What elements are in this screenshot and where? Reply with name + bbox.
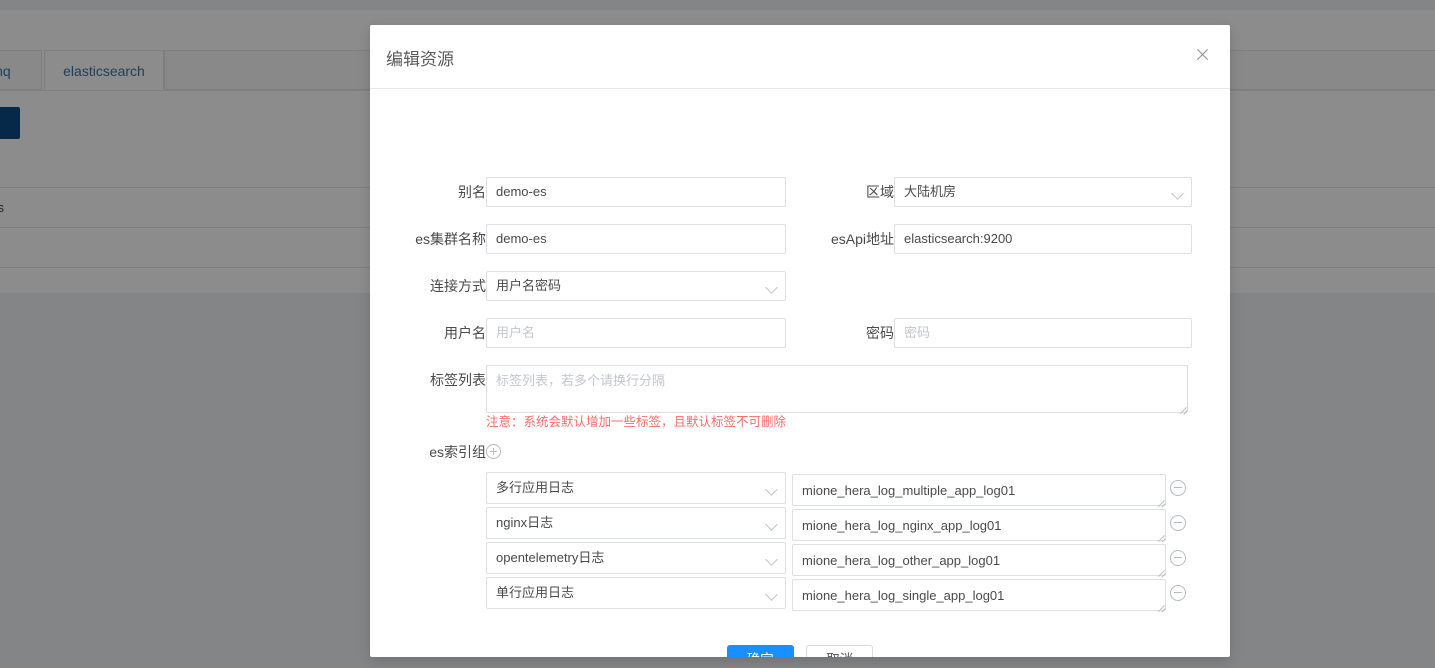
region-select-value: 大陆机房 — [904, 184, 957, 199]
chevron-down-icon — [765, 483, 778, 496]
plus-vertical-bar — [493, 448, 494, 455]
cluster-name-input[interactable]: demo-es — [486, 224, 786, 254]
tag-list-warning: 注意：系统会默认增加一些标签，且默认标签不可删除 — [486, 415, 787, 429]
dialog-footer: 确定 取消 — [370, 645, 1230, 657]
alias-label: 别名 — [458, 184, 486, 200]
confirm-button[interactable]: 确定 — [726, 645, 794, 657]
minus-bar — [1174, 557, 1182, 558]
minus-bar — [1174, 487, 1182, 488]
tag-list-textarea[interactable]: 标签列表，若多个请换行分隔 — [486, 365, 1188, 413]
index-type-select[interactable]: nginx日志 — [486, 507, 786, 539]
index-type-value: nginx日志 — [496, 515, 554, 530]
index-group-row: 多行应用日志 mione_hera_log_multiple_app_log01 — [370, 472, 1230, 507]
chevron-down-icon — [765, 553, 778, 566]
index-type-select[interactable]: 单行应用日志 — [486, 577, 786, 609]
tag-list-label: 标签列表 — [430, 372, 486, 388]
dialog-body: 别名 demo-es 区域 大陆机房 es集群名称 demo-es esApi地… — [370, 89, 1230, 657]
cluster-name-label: es集群名称 — [415, 231, 486, 247]
cancel-button[interactable]: 取消 — [806, 645, 874, 657]
chevron-down-icon — [765, 518, 778, 531]
minus-circle-icon[interactable] — [1170, 585, 1186, 601]
connection-type-label: 连接方式 — [430, 278, 486, 294]
dialog-header: 编辑资源 — [370, 25, 1230, 89]
dialog-title: 编辑资源 — [386, 50, 454, 69]
connection-type-value: 用户名密码 — [496, 278, 562, 293]
edit-resource-dialog: 编辑资源 别名 demo-es 区域 大陆机房 es集群名称 demo-es e… — [370, 25, 1230, 657]
minus-bar — [1174, 522, 1182, 523]
region-label: 区域 — [866, 184, 894, 200]
username-label: 用户名 — [444, 325, 486, 341]
index-name-textarea[interactable]: mione_hera_log_nginx_app_log01 — [792, 509, 1166, 541]
minus-circle-icon[interactable] — [1170, 515, 1186, 531]
minus-circle-icon[interactable] — [1170, 550, 1186, 566]
chevron-down-icon — [1171, 187, 1184, 200]
es-api-label: esApi地址 — [830, 231, 894, 247]
close-icon[interactable] — [1190, 45, 1214, 69]
index-type-value: opentelemetry日志 — [496, 550, 605, 565]
connection-type-select[interactable]: 用户名密码 — [486, 271, 786, 301]
password-input[interactable]: 密码 — [894, 318, 1192, 348]
region-select[interactable]: 大陆机房 — [894, 177, 1192, 207]
minus-circle-icon[interactable] — [1170, 480, 1186, 496]
index-type-select[interactable]: opentelemetry日志 — [486, 542, 786, 574]
index-group-row: 单行应用日志 mione_hera_log_single_app_log01 — [370, 577, 1230, 612]
es-api-input[interactable]: elasticsearch:9200 — [894, 224, 1192, 254]
index-type-value: 多行应用日志 — [496, 480, 575, 495]
index-name-textarea[interactable]: mione_hera_log_other_app_log01 — [792, 544, 1166, 576]
index-group-row: nginx日志 mione_hera_log_nginx_app_log01 — [370, 507, 1230, 542]
index-name-textarea[interactable]: mione_hera_log_multiple_app_log01 — [792, 474, 1166, 506]
chevron-down-icon — [765, 281, 778, 294]
index-group-label: es索引组 — [429, 444, 486, 460]
index-type-select[interactable]: 多行应用日志 — [486, 472, 786, 504]
index-group-row: opentelemetry日志 mione_hera_log_other_app… — [370, 542, 1230, 577]
alias-input[interactable]: demo-es — [486, 177, 786, 207]
index-type-value: 单行应用日志 — [496, 585, 575, 600]
chevron-down-icon — [765, 588, 778, 601]
index-name-textarea[interactable]: mione_hera_log_single_app_log01 — [792, 579, 1166, 611]
plus-circle-icon[interactable] — [486, 444, 501, 459]
minus-bar — [1174, 592, 1182, 593]
password-label: 密码 — [866, 325, 894, 341]
username-input[interactable]: 用户名 — [486, 318, 786, 348]
